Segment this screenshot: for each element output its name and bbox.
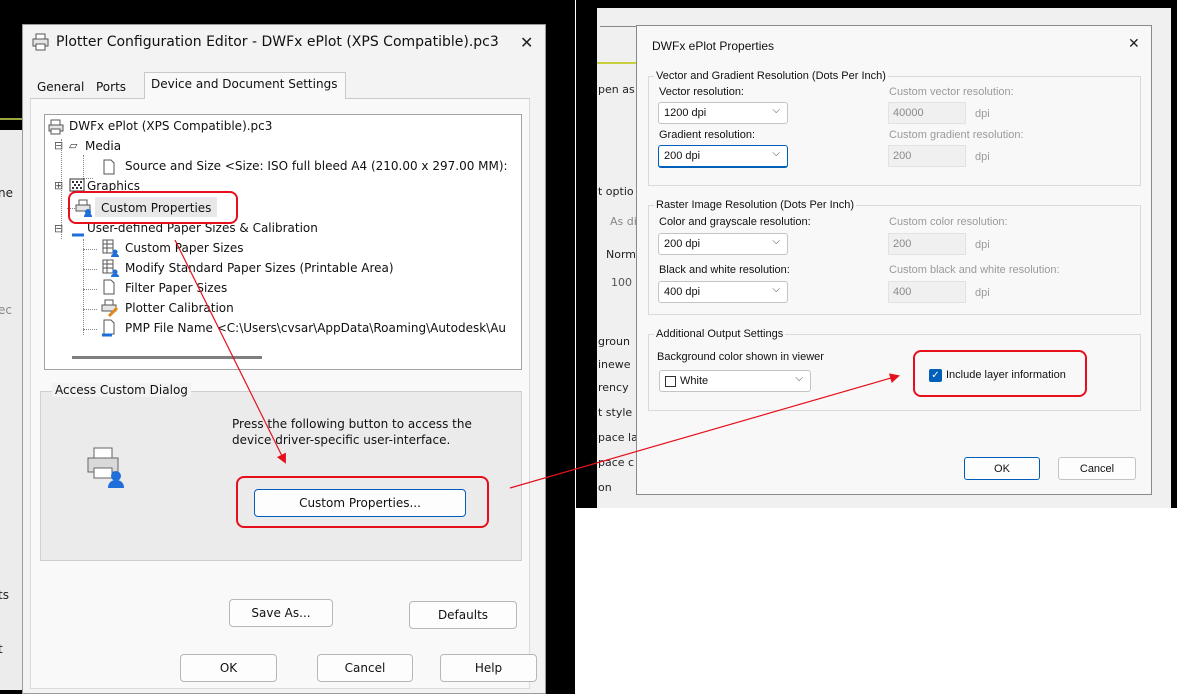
annotation-arrows — [174, 239, 900, 489]
annotation-arrow-to-checkbox — [509, 373, 900, 489]
annotation-arrow-to-button — [174, 239, 286, 464]
